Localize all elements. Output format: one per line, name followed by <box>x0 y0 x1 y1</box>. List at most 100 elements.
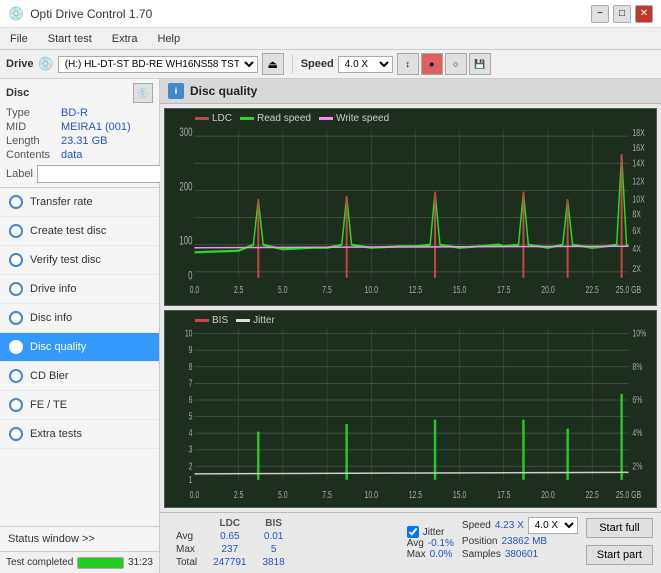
svg-text:6%: 6% <box>632 393 642 405</box>
disc-panel-header: Disc 💿 <box>6 83 153 103</box>
jitter-label: Jitter <box>423 527 445 538</box>
close-button[interactable]: ✕ <box>635 5 653 23</box>
menu-file[interactable]: File <box>6 31 32 47</box>
svg-text:22.5: 22.5 <box>585 488 598 500</box>
stats-max-bis: 5 <box>255 543 293 556</box>
legend-jitter: Jitter <box>236 315 275 326</box>
drive-toolbar-icon: 💿 <box>38 56 54 72</box>
chart-ldc-svg: 300 200 100 0 18X 16X 14X 12X 10X 8X 6X … <box>165 109 656 305</box>
svg-text:2.5: 2.5 <box>234 283 244 295</box>
title-bar-controls: − □ ✕ <box>591 5 653 23</box>
svg-text:9: 9 <box>189 344 193 356</box>
svg-text:2.5: 2.5 <box>234 488 244 500</box>
svg-text:20.0: 20.0 <box>541 488 554 500</box>
svg-text:5.0: 5.0 <box>278 283 288 295</box>
menu-start-test[interactable]: Start test <box>44 31 96 47</box>
nav-label-disc-info: Disc info <box>30 312 72 324</box>
chart-bis-svg: 10 9 8 7 6 5 4 3 2 1 10% 8% 6% 4% 2% <box>165 311 656 507</box>
nav-item-verify-test-disc[interactable]: Verify test disc <box>0 246 159 275</box>
svg-text:25.0 GB: 25.0 GB <box>616 283 641 295</box>
legend-ldc-label: LDC <box>212 113 232 124</box>
svg-text:5: 5 <box>189 410 193 422</box>
nav-item-transfer-rate[interactable]: Transfer rate <box>0 188 159 217</box>
start-full-button[interactable]: Start full <box>586 518 653 538</box>
app-title: Opti Drive Control 1.70 <box>30 7 152 21</box>
disc-mid-row: MID MEIRA1 (001) <box>6 121 153 133</box>
stats-table: LDC BIS Avg 0.65 0.01 Max 237 <box>168 517 399 569</box>
speed-icon-btn-4[interactable]: 💾 <box>469 53 491 75</box>
svg-text:12X: 12X <box>632 175 644 187</box>
status-window-button[interactable]: Status window >> <box>0 527 159 551</box>
svg-text:12.5: 12.5 <box>409 283 422 295</box>
legend-read-speed: Read speed <box>240 113 311 124</box>
svg-text:0.0: 0.0 <box>190 488 200 500</box>
nav-icon-cd-bier <box>8 368 24 384</box>
legend-write-speed: Write speed <box>319 113 389 124</box>
jitter-max-label: Max <box>407 549 426 560</box>
svg-text:3: 3 <box>189 443 193 455</box>
disc-label-label: Label <box>6 168 33 180</box>
jitter-header-row: Jitter <box>407 526 454 538</box>
jitter-checkbox[interactable] <box>407 526 419 538</box>
svg-text:100: 100 <box>179 235 192 248</box>
svg-text:2: 2 <box>189 460 193 472</box>
speed-value: 4.23 X <box>495 520 524 531</box>
minimize-button[interactable]: − <box>591 5 609 23</box>
toolbar: Drive 💿 (H:) HL-DT-ST BD-RE WH16NS58 TST… <box>0 50 661 79</box>
position-value: 23862 MB <box>501 536 547 547</box>
disc-panel-icon[interactable]: 💿 <box>133 83 153 103</box>
jitter-avg-label: Avg <box>407 538 424 549</box>
svg-text:300: 300 <box>179 127 192 140</box>
menu-extra[interactable]: Extra <box>108 31 142 47</box>
jitter-max-row: Max 0.0% <box>407 549 454 560</box>
nav-item-create-test-disc[interactable]: Create test disc <box>0 217 159 246</box>
nav-label-drive-info: Drive info <box>30 283 76 295</box>
nav-item-cd-bier[interactable]: CD Bier <box>0 362 159 391</box>
stats-total-label: Total <box>168 556 205 569</box>
stats-row-max: Max 237 5 <box>168 543 293 556</box>
svg-text:0.0: 0.0 <box>190 283 200 295</box>
nav-item-drive-info[interactable]: Drive info <box>0 275 159 304</box>
chart-bis: BIS Jitter <box>164 310 657 508</box>
svg-text:5.0: 5.0 <box>278 488 288 500</box>
speed-icon-btn-1[interactable]: ↕ <box>397 53 419 75</box>
nav-item-disc-info[interactable]: Disc info <box>0 304 159 333</box>
svg-text:8: 8 <box>189 360 193 372</box>
disc-mid-label: MID <box>6 121 61 133</box>
nav-label-extra-tests: Extra tests <box>30 428 82 440</box>
chart-bis-legend: BIS Jitter <box>195 315 275 326</box>
svg-text:10%: 10% <box>632 327 646 339</box>
speed-toolbar-label: Speed <box>301 58 334 70</box>
disc-label-input[interactable] <box>37 165 175 183</box>
nav-item-disc-quality[interactable]: Disc quality <box>0 333 159 362</box>
nav-item-extra-tests[interactable]: Extra tests <box>0 420 159 449</box>
stats-max-ldc: 237 <box>205 543 254 556</box>
speed-icon-btn-2[interactable]: ● <box>421 53 443 75</box>
speed-icon-btn-3[interactable]: ○ <box>445 53 467 75</box>
svg-text:15.0: 15.0 <box>453 283 466 295</box>
disc-length-label: Length <box>6 135 61 147</box>
menu-help[interactable]: Help <box>153 31 184 47</box>
content-area: i Disc quality LDC Read speed <box>160 79 661 573</box>
svg-text:8X: 8X <box>632 208 640 220</box>
disc-contents-label: Contents <box>6 149 61 161</box>
jitter-avg-row: Avg -0.1% <box>407 538 454 549</box>
eject-button[interactable]: ⏏ <box>262 53 284 75</box>
nav-icon-disc-info <box>8 310 24 326</box>
nav-items: Transfer rate Create test disc Verify te… <box>0 188 159 526</box>
nav-icon-create-test-disc <box>8 223 24 239</box>
start-part-button[interactable]: Start part <box>586 545 653 565</box>
svg-text:0: 0 <box>188 270 193 283</box>
nav-icon-drive-info <box>8 281 24 297</box>
svg-text:6: 6 <box>189 393 193 405</box>
svg-text:7.5: 7.5 <box>322 283 332 295</box>
nav-item-fe-te[interactable]: FE / TE <box>0 391 159 420</box>
status-bar-bottom: Test completed 31:23 <box>0 551 159 573</box>
drive-selector[interactable]: (H:) HL-DT-ST BD-RE WH16NS58 TST4 <box>58 56 258 73</box>
position-label: Position <box>462 536 498 547</box>
speed-selector[interactable]: 4.0 X <box>338 56 393 73</box>
maximize-button[interactable]: □ <box>613 5 631 23</box>
stats-row-total: Total 247791 3818 <box>168 556 293 569</box>
speed-selector-stats[interactable]: 4.0 X <box>528 517 578 534</box>
samples-value: 380601 <box>505 549 538 560</box>
